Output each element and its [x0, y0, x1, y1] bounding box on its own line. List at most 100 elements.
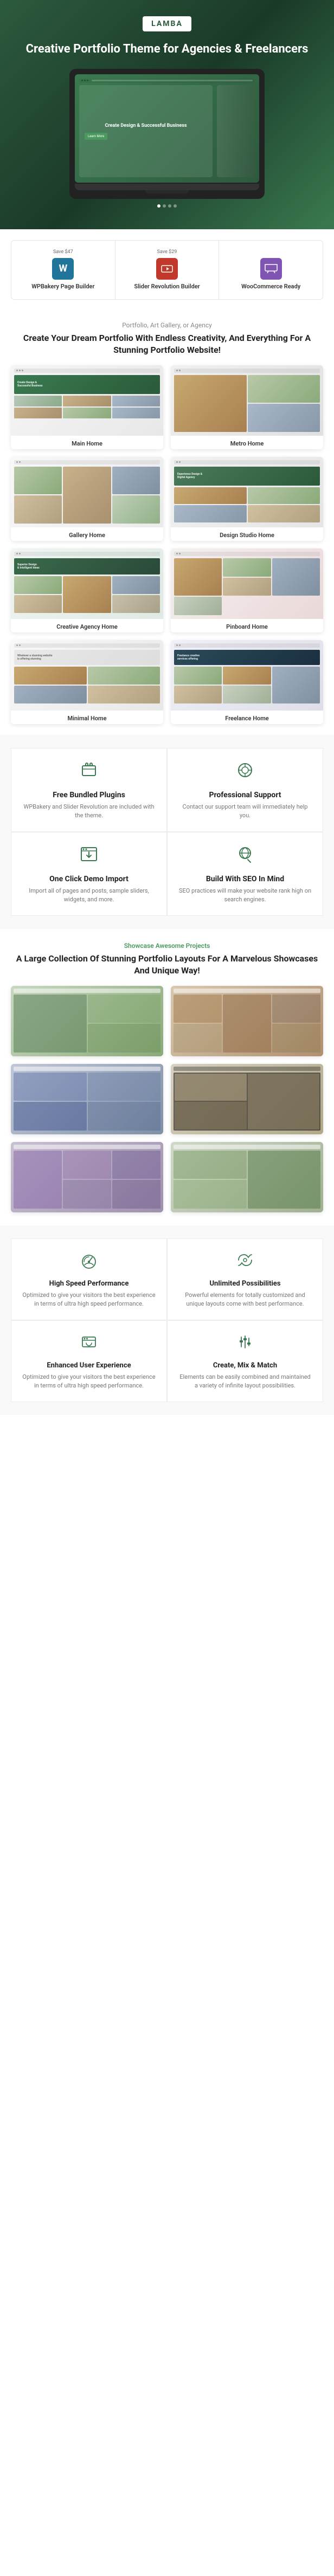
features-section: Free Bundled Plugins WPBakery and Slider… [0, 735, 334, 929]
demo-label-pinboard: Pinboard Home [171, 619, 323, 632]
logo: LAMBA [143, 16, 191, 31]
bottom-feature-title-ux: Enhanced User Experience [22, 1361, 156, 1370]
bottom-feature-desc-ux: Optimized to give your visitors the best… [22, 1373, 156, 1391]
plugin-badge-slider: Save $29 [121, 249, 214, 255]
demo-thumb-design: Experience Design &Digital Agency [171, 457, 323, 527]
showcase-thumb-4 [171, 1064, 323, 1134]
showcase-item-6[interactable] [171, 1142, 323, 1212]
bottom-features-section: High Speed Performance Optimized to give… [0, 1225, 334, 1415]
plugin-item-woo: WooCommerce Ready [219, 241, 323, 299]
bottom-feature-mix: Create, Mix & Match Elements can be easi… [167, 1320, 323, 1402]
showcase-thumb-1 [11, 986, 163, 1056]
feature-desc-import: Import all of pages and posts, sample sl… [22, 887, 156, 905]
bottom-feature-speed: High Speed Performance Optimized to give… [11, 1238, 167, 1320]
demo-label-creative: Creative Agency Home [11, 619, 163, 632]
showcase-item-2[interactable] [171, 986, 323, 1056]
plugin-name-woo: WooCommerce Ready [224, 283, 317, 290]
plugin-name-wpbakery: WPBakery Page Builder [17, 283, 110, 290]
plugin-badge-wpbakery: Save $47 [17, 249, 110, 255]
showcase-section: Showcase Awesome Projects A Large Collec… [0, 929, 334, 1225]
demo-label-minimal: Minimal Home [11, 711, 163, 724]
feature-item-support: Professional Support Contact our support… [167, 748, 323, 832]
ux-icon [22, 1332, 156, 1356]
portfolio-section: Portfolio, Art Gallery, or Agency Create… [0, 311, 334, 735]
plugin-badge-woo [224, 249, 317, 255]
plugin-item-slider: Save $29 Slider Revolution Builder [115, 241, 220, 299]
demo-item-metro[interactable]: Metro Home [171, 365, 323, 449]
plugin-icon [22, 759, 156, 785]
demo-thumb-metro [171, 365, 323, 436]
screen-dots [11, 204, 323, 208]
laptop-hero-text: Create Design & Successful Business [85, 122, 207, 130]
demo-item-creative[interactable]: Superior Design& Intelligent Ideas Creat… [11, 548, 163, 632]
seo-icon [178, 843, 312, 869]
demo-label-design: Design Studio Home [171, 527, 323, 541]
feature-title-plugins: Free Bundled Plugins [22, 791, 156, 799]
bottom-feature-desc-speed: Optimized to give your visitors the best… [22, 1291, 156, 1309]
laptop-hero-btn: Learn More [85, 133, 107, 140]
showcase-item-5[interactable] [11, 1142, 163, 1212]
feature-title-seo: Build With SEO In Mind [178, 875, 312, 883]
support-icon [178, 759, 312, 785]
bottom-feature-title-speed: High Speed Performance [22, 1280, 156, 1288]
demo-item-pinboard[interactable]: Pinboard Home [171, 548, 323, 632]
demo-label-metro: Metro Home [171, 436, 323, 449]
bottom-feature-title-mix: Create, Mix & Match [178, 1361, 312, 1370]
plugin-icon-wpbakery: W [52, 258, 74, 280]
demo-item-freelance[interactable]: Freelance creativeservices offering Free… [171, 640, 323, 724]
feature-desc-support: Contact our support team will immediatel… [178, 803, 312, 821]
plugin-icon-slider [156, 258, 178, 280]
feature-desc-plugins: WPBakery and Slider Revolution are inclu… [22, 803, 156, 821]
showcase-thumb-5 [11, 1142, 163, 1212]
bottom-feature-title-unlimited: Unlimited Possibilities [178, 1280, 312, 1288]
unlimited-icon [178, 1250, 312, 1274]
demo-item-gallery[interactable]: Gallery Home [11, 457, 163, 541]
demo-label-main: Main Home [11, 436, 163, 449]
demo-item-minimal[interactable]: Whatever a stunning websiteis offering s… [11, 640, 163, 724]
demo-grid: Create Design &Successful Business Main … [11, 365, 323, 724]
plugin-icon-woo [260, 258, 282, 280]
demo-label-freelance: Freelance Home [171, 711, 323, 724]
showcase-thumb-3 [11, 1064, 163, 1134]
showcase-title: A Large Collection Of Stunning Portfolio… [11, 953, 323, 977]
hero-section: LAMBA Creative Portfolio Theme for Agenc… [0, 0, 334, 229]
speed-icon [22, 1250, 156, 1274]
showcase-item-4[interactable] [171, 1064, 323, 1134]
laptop-screen: Create Design & Successful Business Lear… [75, 74, 259, 183]
demo-thumb-gallery [11, 457, 163, 527]
import-icon [22, 843, 156, 869]
demo-thumb-creative: Superior Design& Intelligent Ideas [11, 548, 163, 619]
showcase-thumb-2 [171, 986, 323, 1056]
demo-thumb-minimal: Whatever a stunning websiteis offering s… [11, 640, 163, 711]
feature-item-plugins: Free Bundled Plugins WPBakery and Slider… [11, 748, 167, 832]
feature-item-import: One Click Demo Import Import all of page… [11, 832, 167, 916]
showcase-badge: Showcase Awesome Projects [11, 942, 323, 950]
feature-item-seo: Build With SEO In Mind SEO practices wil… [167, 832, 323, 916]
laptop-hero-image [217, 85, 255, 177]
plugins-row: Save $47 W WPBakery Page Builder Save $2… [11, 240, 323, 300]
bottom-feature-unlimited: Unlimited Possibilities Powerful element… [167, 1238, 323, 1320]
showcase-grid [11, 986, 323, 1212]
bottom-feature-desc-mix: Elements can be easily combined and main… [178, 1373, 312, 1391]
demo-thumb-main: Create Design &Successful Business [11, 365, 163, 436]
feature-desc-seo: SEO practices will make your website ran… [178, 887, 312, 905]
plugins-section: Save $47 W WPBakery Page Builder Save $2… [0, 229, 334, 311]
mix-icon [178, 1332, 312, 1356]
feature-title-support: Professional Support [178, 791, 312, 799]
demo-thumb-pinboard [171, 548, 323, 619]
plugin-item-wpbakery: Save $47 W WPBakery Page Builder [11, 241, 115, 299]
bottom-feature-ux: Enhanced User Experience Optimized to gi… [11, 1320, 167, 1402]
showcase-item-3[interactable] [11, 1064, 163, 1134]
showcase-item-1[interactable] [11, 986, 163, 1056]
portfolio-subtitle: Portfolio, Art Gallery, or Agency [11, 321, 323, 329]
bottom-feature-desc-unlimited: Powerful elements for totally customized… [178, 1291, 312, 1309]
demo-thumb-freelance: Freelance creativeservices offering [171, 640, 323, 711]
plugin-name-slider: Slider Revolution Builder [121, 283, 214, 290]
laptop-mockup: Create Design & Successful Business Lear… [69, 69, 265, 199]
demo-label-gallery: Gallery Home [11, 527, 163, 541]
hero-title: Creative Portfolio Theme for Agencies & … [11, 41, 323, 58]
demo-item-design[interactable]: Experience Design &Digital Agency Design… [171, 457, 323, 541]
bottom-features-grid: High Speed Performance Optimized to give… [11, 1238, 323, 1402]
features-grid: Free Bundled Plugins WPBakery and Slider… [11, 748, 323, 916]
demo-item-main[interactable]: Create Design &Successful Business Main … [11, 365, 163, 449]
